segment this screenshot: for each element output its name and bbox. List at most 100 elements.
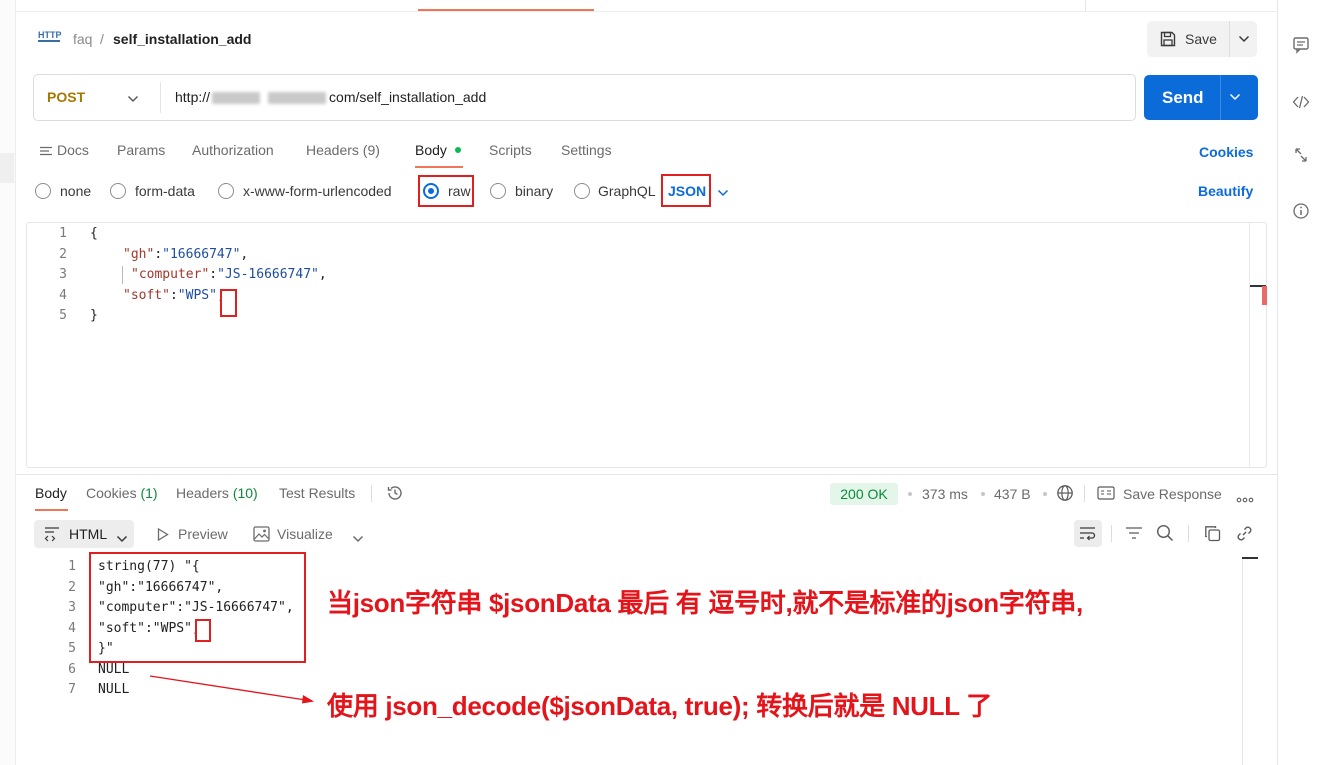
info-icon[interactable] [1292, 202, 1310, 223]
editor-error-marker [1262, 286, 1267, 305]
visualize-button[interactable]: Visualize [277, 526, 333, 542]
radio-binary-label[interactable]: binary [515, 183, 553, 199]
annotation-box-response [89, 552, 306, 663]
response-line: NULL [98, 682, 130, 697]
annotation-note-trailing-comma: 当json字符串 $jsonData 最后 有 逗号时,就不是标准的json字符… [327, 588, 1083, 618]
link-icon[interactable] [1236, 525, 1253, 545]
send-options-chevron-icon[interactable] [1228, 89, 1242, 108]
response-line-number: 7 [68, 682, 76, 697]
code-line: "computer":"JS-16666747", [131, 267, 327, 282]
filter-icon[interactable] [1125, 526, 1143, 543]
toolbar-divider [1111, 525, 1112, 542]
view-mode-chevron-down-icon[interactable] [116, 530, 128, 546]
json-comma: , [240, 247, 249, 262]
response-tab-cookies-label: Cookies [86, 485, 137, 501]
visualize-image-icon [253, 526, 270, 545]
response-tabs-divider [371, 485, 372, 502]
tab-body[interactable]: Body [415, 142, 447, 158]
url-input[interactable]: http:// com/self_installation_add [175, 89, 486, 105]
meta-separator-dot [908, 492, 912, 496]
send-button[interactable]: Send [1144, 75, 1258, 120]
radio-graphql-label[interactable]: GraphQL [598, 183, 656, 199]
radio-binary[interactable] [490, 183, 506, 199]
tab-settings[interactable]: Settings [561, 142, 612, 158]
redacted-host-part-2 [268, 92, 327, 105]
left-sidebar-edge [0, 0, 16, 765]
format-selector[interactable]: JSON [668, 183, 706, 199]
status-badge[interactable]: 200 OK [830, 483, 898, 505]
radio-urlencoded-label[interactable]: x-www-form-urlencoded [243, 183, 392, 199]
tab-docs[interactable]: Docs [57, 142, 89, 158]
save-response-button[interactable]: Save Response [1123, 486, 1222, 502]
code-line: { [90, 226, 98, 241]
save-button[interactable]: Save [1147, 21, 1257, 57]
save-example-icon [1097, 486, 1115, 503]
radio-graphql[interactable] [574, 183, 590, 199]
beautify-link[interactable]: Beautify [1198, 183, 1253, 199]
format-lines-icon [44, 526, 62, 545]
code-line: "soft":"WPS", [123, 288, 225, 303]
history-icon[interactable] [386, 484, 404, 505]
network-globe-icon[interactable] [1056, 484, 1074, 505]
visualize-chevron-down-icon[interactable] [352, 530, 364, 546]
request-name[interactable]: self_installation_add [113, 31, 251, 47]
response-line-number: 3 [68, 600, 76, 615]
breadcrumb-parent[interactable]: faq [73, 31, 92, 47]
toolbar-divider [1188, 525, 1189, 542]
cookies-link[interactable]: Cookies [1199, 144, 1253, 160]
save-options-chevron-icon[interactable] [1229, 21, 1257, 57]
radio-form-data[interactable] [110, 183, 126, 199]
annotation-arrow [149, 675, 314, 704]
line-number: 5 [59, 308, 67, 323]
related-collections-icon[interactable] [1292, 146, 1310, 167]
tab-headers[interactable]: Headers (9) [306, 142, 380, 158]
more-options-icon[interactable] [1236, 490, 1254, 506]
wrap-lines-icon [1080, 527, 1096, 541]
response-scrollbar[interactable] [1242, 558, 1243, 765]
code-line: "gh":"16666747", [123, 247, 249, 262]
tab-strip-divider [1085, 0, 1086, 12]
format-chevron-down-icon[interactable] [717, 184, 729, 200]
meta-separator-dot [1043, 492, 1047, 496]
active-tab-indicator [418, 0, 594, 11]
send-button-divider [1220, 75, 1221, 120]
radio-none-label[interactable]: none [60, 183, 91, 199]
response-line-number: 2 [68, 580, 76, 595]
code-snippet-icon[interactable] [1292, 93, 1310, 114]
tab-params[interactable]: Params [117, 142, 165, 158]
radio-form-data-label[interactable]: form-data [135, 183, 195, 199]
tab-authorization[interactable]: Authorization [192, 142, 274, 158]
response-tab-headers[interactable]: Headers (10) [176, 485, 258, 501]
radio-urlencoded[interactable] [218, 183, 234, 199]
breadcrumb-separator: / [100, 31, 104, 47]
response-divider[interactable] [16, 474, 1277, 475]
url-prefix: http:// [175, 89, 211, 105]
annotation-note-null-result: 使用 json_decode($jsonData, true); 转换后就是 N… [327, 691, 992, 721]
response-tab-cookies-count: (1) [140, 485, 158, 501]
radio-none[interactable] [35, 183, 51, 199]
method-chevron-down-icon[interactable] [127, 90, 139, 106]
comments-icon[interactable] [1292, 36, 1310, 57]
response-size[interactable]: 437 B [994, 486, 1031, 502]
response-line-number: 6 [68, 662, 76, 677]
response-tab-test-results[interactable]: Test Results [279, 485, 355, 501]
method-selector[interactable]: POST [47, 89, 85, 105]
code-line: } [90, 308, 98, 323]
search-icon[interactable] [1156, 524, 1174, 545]
left-sidebar-selection [0, 153, 14, 183]
response-tab-cookies[interactable]: Cookies (1) [86, 485, 158, 501]
response-time[interactable]: 373 ms [922, 486, 968, 502]
json-comma: , [318, 267, 327, 282]
annotation-box-raw [418, 175, 474, 207]
preview-button[interactable]: Preview [178, 526, 228, 542]
method-divider [160, 82, 161, 113]
response-tab-body[interactable]: Body [35, 485, 67, 501]
response-tab-headers-label: Headers [176, 485, 229, 501]
copy-icon[interactable] [1204, 525, 1221, 545]
json-value: "16666747" [162, 247, 241, 262]
wrap-lines-button[interactable] [1074, 520, 1102, 547]
response-line: NULL [98, 662, 130, 677]
tab-scripts[interactable]: Scripts [489, 142, 532, 158]
editor-scrollbar[interactable] [1249, 223, 1266, 467]
redacted-host-part-1 [212, 92, 261, 105]
